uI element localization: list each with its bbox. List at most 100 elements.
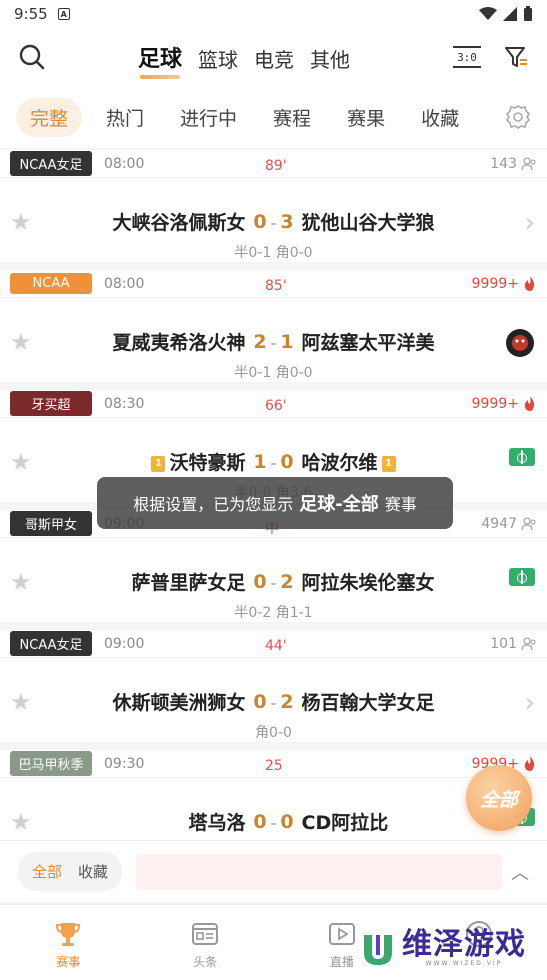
subtab-full[interactable]: 完整 (16, 97, 83, 137)
subtab-favorites[interactable]: 收藏 (409, 98, 471, 137)
match-teams: 夏威夷希洛火神 2-1 阿兹塞太平洋美 (0, 328, 547, 355)
scope-toggle: 全部 收藏 (18, 852, 123, 891)
league-badge[interactable]: 哥斯甲女 (10, 511, 92, 536)
viewer-count: 143 (490, 156, 537, 172)
trophy-icon (56, 923, 81, 946)
tab-other[interactable]: 其他 (310, 44, 350, 73)
home-team-name: 大峡谷洛佩斯女 (112, 212, 246, 234)
toast-prefix: 根据设置，已为您显示 (133, 495, 294, 514)
away-team: 阿兹塞太平洋美 (302, 328, 442, 355)
tab-football[interactable]: 足球 (138, 41, 182, 79)
kickoff-time: 08:30 (104, 395, 145, 412)
away-score: 1 (280, 330, 294, 353)
brand-watermark: 维泽游戏 WWW.WIZED.VIP (360, 930, 526, 967)
match-score: 1-0 (253, 450, 294, 473)
home-team: 1 沃特豪斯 (106, 448, 246, 475)
settings-gear-icon[interactable] (505, 104, 531, 130)
match-row[interactable]: NCAA女足 09:00 44' 101 ★ 休斯顿美洲狮女 0-2 杨百翰大学… (0, 630, 547, 742)
all-floating-button[interactable]: 全部 (466, 765, 532, 831)
away-team: 杨百翰大学女足 (302, 688, 442, 715)
ad-banner-slot[interactable] (136, 853, 503, 890)
league-badge[interactable]: NCAA女足 (10, 631, 92, 656)
subtab-results[interactable]: 赛果 (335, 98, 397, 137)
kickoff-time: 08:00 (104, 275, 145, 292)
match-score: 0-0 (253, 810, 294, 833)
team-avatar-icon[interactable] (505, 328, 535, 358)
away-score: 3 (280, 210, 294, 233)
tab-esports[interactable]: 电竞 (254, 44, 294, 73)
away-team-name: 犹他山谷大学狼 (301, 212, 435, 234)
home-score: 0 (253, 210, 267, 233)
subtab-schedule[interactable]: 赛程 (261, 98, 323, 137)
away-team-name: 阿兹塞太平洋美 (301, 332, 435, 354)
away-score: 0 (280, 810, 294, 833)
league-badge[interactable]: 巴马甲秋季 (10, 751, 92, 776)
home-team: 萨普里萨女足 (106, 568, 246, 595)
match-minute: 44' (265, 638, 287, 654)
chevron-right-icon[interactable]: › (525, 688, 535, 718)
match-header: NCAA女足 09:00 44' 101 (0, 630, 547, 658)
tab-headlines[interactable]: 头条 (137, 905, 274, 980)
pitch-icon[interactable] (509, 448, 535, 466)
home-team-name: 沃特豪斯 (169, 452, 246, 474)
home-score: 0 (253, 570, 267, 593)
tab-live-stream-label: 直播 (329, 955, 354, 969)
users-icon (521, 516, 536, 530)
away-score: 2 (280, 570, 294, 593)
pitch-icon[interactable] (509, 568, 535, 586)
match-stats: 半0-1 角0-0 (234, 245, 313, 261)
match-side-action (509, 568, 535, 586)
scope-favorites[interactable]: 收藏 (70, 855, 116, 888)
match-teams: 大峡谷洛佩斯女 0-3 犹他山谷大学狼 (0, 208, 547, 235)
kickoff-time: 09:00 (104, 635, 145, 652)
match-stats: 半0-1 角0-0 (234, 365, 313, 381)
match-teams: 萨普里萨女足 0-2 阿拉朱埃伦塞女 (0, 568, 547, 595)
match-side-action (505, 328, 535, 362)
fire-icon (524, 275, 535, 291)
status-bar: 9:55 A (0, 0, 547, 28)
tab-matches[interactable]: 赛事 (0, 905, 137, 980)
bottom-filter-bar: 全部 收藏 ︿ (0, 840, 547, 902)
away-score: 0 (280, 450, 294, 473)
league-badge[interactable]: 牙买超 (10, 391, 92, 416)
match-header: NCAA女足 08:00 89' 143 (0, 150, 547, 178)
chevron-up-icon[interactable]: ︿ (511, 859, 529, 885)
subtab-live[interactable]: 进行中 (168, 98, 249, 137)
search-icon[interactable] (18, 43, 46, 71)
away-team: CD阿拉比 (302, 808, 442, 835)
away-team: 阿拉朱埃伦塞女 (302, 568, 442, 595)
match-teams: 休斯顿美洲狮女 0-2 杨百翰大学女足 (0, 688, 547, 715)
match-side-action: › (525, 688, 535, 718)
league-badge[interactable]: NCAA (10, 273, 92, 294)
subtab-hot[interactable]: 热门 (94, 98, 156, 137)
home-team: 大峡谷洛佩斯女 (106, 208, 246, 235)
viewer-count-value: 101 (490, 635, 517, 652)
viewer-count-value: 9999+ (471, 275, 519, 292)
match-teams: 塔乌洛 0-0 CD阿拉比 (0, 808, 547, 835)
top-tools: 3:0 (453, 44, 529, 70)
away-rank: 1 (381, 455, 396, 472)
home-team-name: 萨普里萨女足 (131, 572, 246, 594)
match-row[interactable]: NCAA女足 08:00 89' 143 ★ 大峡谷洛佩斯女 0-3 犹他山谷大… (0, 150, 547, 262)
home-score: 1 (253, 450, 267, 473)
viewer-count: 101 (490, 636, 537, 652)
match-minute: 25 (265, 758, 283, 774)
chevron-right-icon[interactable]: › (525, 208, 535, 238)
battery-icon (524, 6, 532, 21)
league-badge[interactable]: NCAA女足 (10, 151, 92, 176)
match-row[interactable]: NCAA 08:00 85' 9999+ ★ 夏威夷希洛火神 2-1 阿兹塞太平… (0, 270, 547, 382)
tab-headlines-label: 头条 (193, 955, 218, 969)
tab-matches-label: 赛事 (56, 955, 81, 969)
home-team-name: 休斯顿美洲狮女 (112, 692, 246, 714)
scope-all[interactable]: 全部 (24, 855, 70, 888)
away-team-name: CD阿拉比 (301, 812, 389, 834)
filter-icon[interactable] (503, 44, 529, 70)
toast-highlight: 足球-全部 (299, 494, 379, 515)
scoreboard-icon[interactable]: 3:0 (453, 46, 481, 68)
match-score: 0-3 (253, 210, 294, 233)
away-team-name: 阿拉朱埃伦塞女 (301, 572, 435, 594)
match-header: 牙买超 08:30 66' 9999+ (0, 390, 547, 418)
viewer-count-value: 4947 (481, 515, 517, 532)
tab-basketball[interactable]: 篮球 (198, 44, 238, 73)
match-side-action (509, 448, 535, 466)
